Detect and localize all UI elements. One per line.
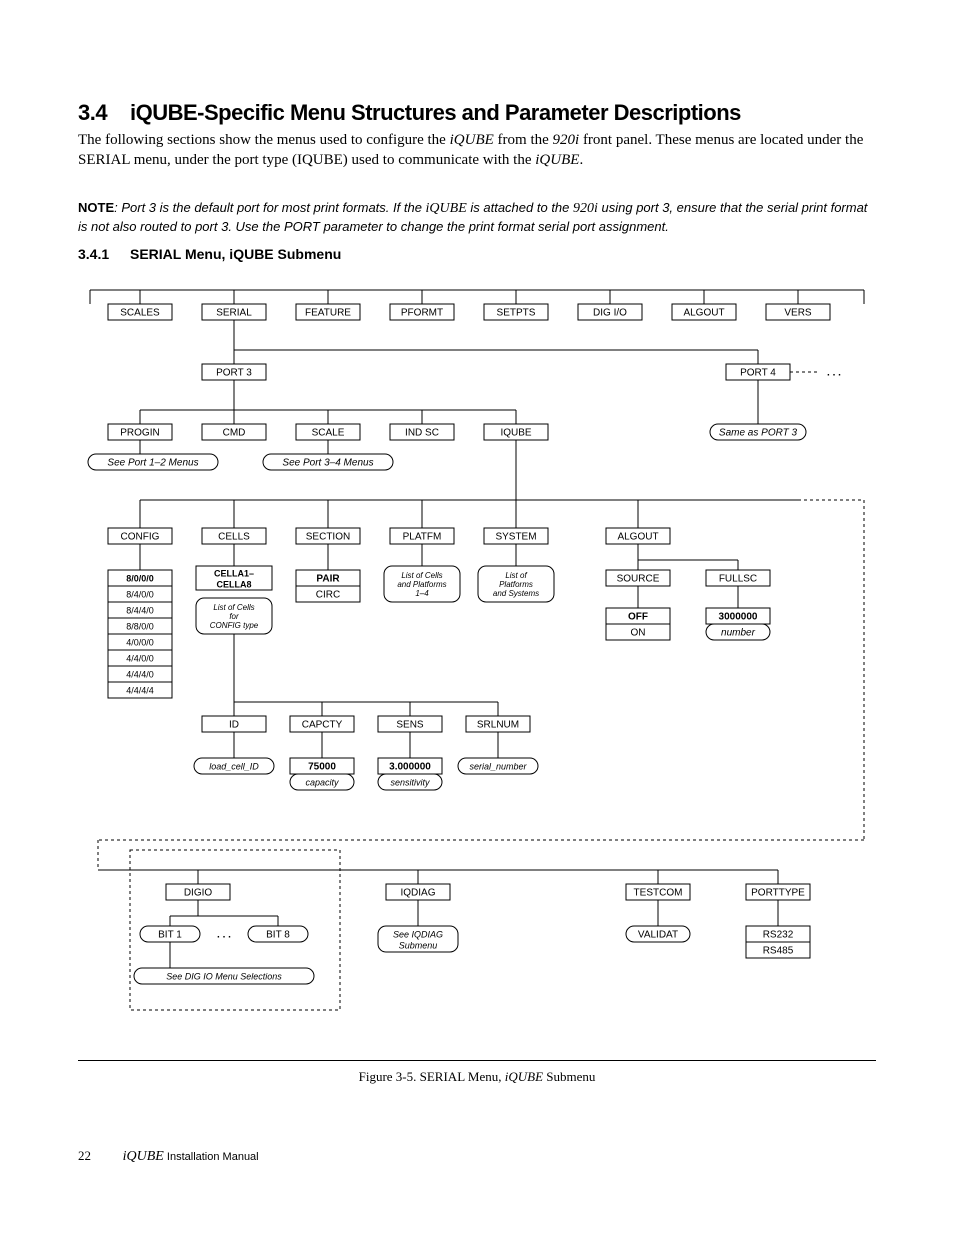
svg-text:serial_number: serial_number	[469, 761, 527, 771]
svg-text:DIG I/O: DIG I/O	[593, 308, 627, 319]
svg-text:RS232: RS232	[763, 930, 794, 941]
svg-text:PROGIN: PROGIN	[120, 428, 159, 439]
svg-text:List of Cells: List of Cells	[401, 571, 442, 580]
svg-text:. . .: . . .	[827, 368, 841, 379]
svg-text:CONFIG: CONFIG	[121, 532, 160, 543]
svg-text:SETPTS: SETPTS	[497, 308, 536, 319]
svg-text:load_cell_ID: load_cell_ID	[209, 761, 259, 771]
menu-diagram: SCALES SERIAL FEATURE PFORMT SETPTS DIG …	[78, 270, 876, 1061]
svg-text:ALGOUT: ALGOUT	[683, 308, 724, 319]
svg-text:DIGIO: DIGIO	[184, 888, 213, 899]
svg-text:and Platforms: and Platforms	[397, 580, 446, 589]
svg-text:8/0/0/0: 8/0/0/0	[126, 573, 154, 583]
intro-paragraph: The following sections show the menus us…	[78, 130, 876, 171]
svg-text:BIT 1: BIT 1	[158, 930, 182, 941]
svg-text:FULLSC: FULLSC	[719, 574, 757, 585]
note-label: NOTE	[78, 200, 114, 215]
svg-text:ID: ID	[229, 720, 239, 731]
svg-text:IND SC: IND SC	[405, 428, 439, 439]
footer-product: iQUBE	[123, 1149, 164, 1164]
footer-manual: Installation Manual	[164, 1151, 259, 1163]
svg-text:IQDIAG: IQDIAG	[400, 888, 435, 899]
svg-text:3.000000: 3.000000	[389, 762, 431, 773]
svg-text:capacity: capacity	[305, 777, 339, 787]
svg-text:SRLNUM: SRLNUM	[477, 720, 519, 731]
svg-text:8/4/4/0: 8/4/4/0	[126, 605, 154, 615]
svg-text:CIRC: CIRC	[316, 590, 340, 601]
svg-text:1–4: 1–4	[415, 589, 429, 598]
svg-text:Same as PORT 3: Same as PORT 3	[719, 428, 798, 439]
svg-text:PORT 4: PORT 4	[740, 368, 776, 379]
section-heading: 3.4iQUBE-Specific Menu Structures and Pa…	[78, 100, 876, 126]
svg-text:CELLA1–: CELLA1–	[214, 568, 254, 578]
svg-text:See Port 1–2 Menus: See Port 1–2 Menus	[107, 458, 198, 469]
svg-text:SOURCE: SOURCE	[617, 574, 660, 585]
svg-text:OFF: OFF	[628, 612, 648, 623]
svg-text:4/4/0/0: 4/4/0/0	[126, 653, 154, 663]
svg-text:See Port 3–4 Menus: See Port 3–4 Menus	[282, 458, 373, 469]
svg-text:SECTION: SECTION	[306, 532, 350, 543]
svg-text:4/4/4/4: 4/4/4/4	[126, 685, 154, 695]
menu-node: SCALES SERIAL FEATURE PFORMT SETPTS DIG …	[108, 304, 830, 320]
svg-text:IQUBE: IQUBE	[500, 428, 531, 439]
svg-text:ALGOUT: ALGOUT	[617, 532, 658, 543]
page-number: 22	[78, 1148, 91, 1163]
section-number: 3.4	[78, 100, 130, 126]
subsection-title: SERIAL Menu, iQUBE Submenu	[130, 246, 341, 262]
svg-text:CMD: CMD	[223, 428, 246, 439]
svg-text:8/8/0/0: 8/8/0/0	[126, 621, 154, 631]
page-footer: 22 iQUBE Installation Manual	[78, 1148, 259, 1165]
svg-text:VALIDAT: VALIDAT	[638, 930, 678, 941]
svg-text:PAIR: PAIR	[316, 574, 340, 585]
svg-text:RS485: RS485	[763, 946, 794, 957]
svg-text:See DIG IO Menu Selections: See DIG IO Menu Selections	[166, 971, 282, 981]
section-title: iQUBE-Specific Menu Structures and Param…	[130, 100, 741, 125]
svg-text:Platforms: Platforms	[499, 580, 533, 589]
subsection-number: 3.4.1	[78, 246, 130, 262]
svg-text:PLATFM: PLATFM	[403, 532, 442, 543]
svg-text:ON: ON	[631, 628, 646, 639]
svg-text:8/4/0/0: 8/4/0/0	[126, 589, 154, 599]
figure-caption: Figure 3-5. SERIAL Menu, iQUBE Submenu	[78, 1069, 876, 1085]
subsection-heading: 3.4.1SERIAL Menu, iQUBE Submenu	[78, 246, 876, 262]
svg-text:SENS: SENS	[396, 720, 424, 731]
svg-text:. . .: . . .	[217, 930, 231, 941]
svg-text:SERIAL: SERIAL	[216, 308, 252, 319]
svg-text:4/4/4/0: 4/4/4/0	[126, 669, 154, 679]
svg-text:List of Cells: List of Cells	[213, 603, 254, 612]
svg-text:and Systems: and Systems	[493, 589, 539, 598]
svg-text:for: for	[229, 612, 239, 621]
svg-text:VERS: VERS	[784, 308, 812, 319]
svg-text:CONFIG type: CONFIG type	[210, 621, 259, 630]
svg-text:PORT 3: PORT 3	[216, 368, 252, 379]
svg-text:Submenu: Submenu	[399, 940, 438, 950]
svg-text:4/0/0/0: 4/0/0/0	[126, 637, 154, 647]
svg-text:CELLS: CELLS	[218, 532, 250, 543]
svg-text:BIT 8: BIT 8	[266, 930, 290, 941]
svg-text:PFORMT: PFORMT	[401, 308, 443, 319]
svg-text:TESTCOM: TESTCOM	[634, 888, 683, 899]
svg-text:SCALE: SCALE	[312, 428, 345, 439]
note-paragraph: NOTE: Port 3 is the default port for mos…	[78, 199, 876, 236]
svg-text:CELLA8: CELLA8	[216, 579, 251, 589]
svg-text:number: number	[721, 628, 756, 639]
svg-text:3000000: 3000000	[719, 612, 758, 623]
svg-text:sensitivity: sensitivity	[390, 777, 430, 787]
svg-text:FEATURE: FEATURE	[305, 308, 351, 319]
svg-text:SYSTEM: SYSTEM	[495, 532, 536, 543]
svg-text:See IQDIAG: See IQDIAG	[393, 929, 443, 939]
svg-text:PORTTYPE: PORTTYPE	[751, 888, 805, 899]
svg-text:75000: 75000	[308, 762, 336, 773]
svg-text:SCALES: SCALES	[120, 308, 160, 319]
svg-text:List of: List of	[505, 571, 527, 580]
svg-text:CAPCTY: CAPCTY	[302, 720, 343, 731]
